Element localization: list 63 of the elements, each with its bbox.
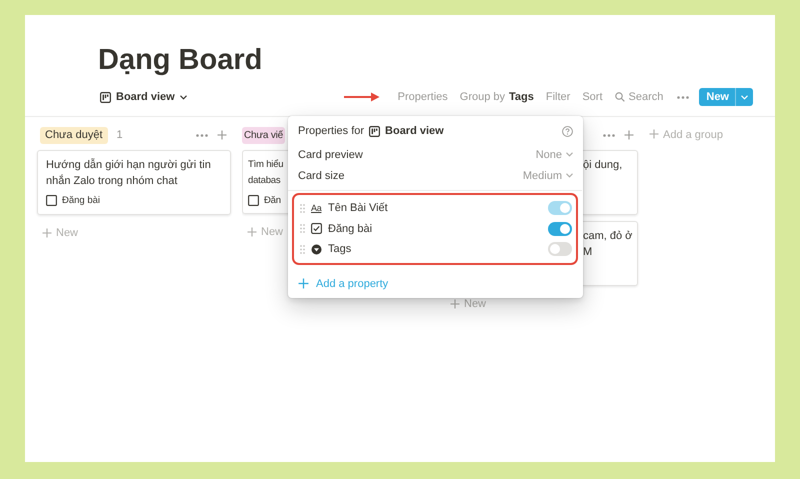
more-icon[interactable] — [603, 134, 615, 136]
chevron-icon — [566, 152, 573, 157]
setting-dropdown[interactable]: None — [536, 148, 573, 160]
card-title: databas — [248, 174, 282, 188]
board-card[interactable]: Hướng dẫn giới hạn người gửi tin nhắn Zalo trong nhóm chat Đăng bài — [37, 150, 231, 215]
more-icon[interactable] — [196, 134, 208, 136]
checkbox-icon — [311, 223, 322, 234]
search-button[interactable]: Search — [614, 91, 664, 103]
plus-icon — [298, 278, 309, 289]
property-label: Đăn — [264, 195, 281, 206]
chevron-icon — [180, 94, 187, 100]
new-button[interactable]: New — [699, 88, 753, 106]
toggle-switch[interactable] — [548, 242, 572, 256]
drag-handle-icon[interactable] — [300, 244, 305, 254]
popup-title: Properties for — [298, 125, 364, 137]
search-icon — [614, 92, 625, 102]
property-name: Tags — [328, 243, 352, 256]
more-icon[interactable] — [677, 96, 690, 98]
plus-icon — [450, 299, 460, 309]
card-title: nhắn Zalo trong nhóm chat — [46, 174, 178, 189]
drag-handle-icon[interactable] — [300, 204, 305, 213]
plus-icon — [42, 228, 52, 238]
chevron-icon — [741, 94, 748, 100]
toolbar-button[interactable]: Filter — [546, 91, 570, 103]
setting-label: Card size — [298, 170, 344, 182]
checkbox[interactable] — [46, 195, 57, 206]
view-switcher[interactable]: Board view — [100, 91, 187, 103]
toolbar-button[interactable]: Properties — [398, 91, 448, 103]
group-by-button[interactable]: Group by Tags — [460, 91, 534, 103]
view-name: Board view — [385, 125, 444, 137]
text-type-icon: Aa — [311, 203, 322, 214]
page-title: Dạng Board — [97, 43, 264, 78]
new-card-button[interactable]: New — [450, 298, 486, 310]
plus-icon — [624, 130, 634, 140]
board-icon — [369, 126, 380, 136]
drag-handle-icon[interactable] — [300, 224, 305, 234]
setting-dropdown[interactable]: Medium — [522, 170, 573, 182]
arrow-icon — [344, 92, 380, 102]
board-icon — [100, 92, 111, 102]
property-name: Tên Bài Viết — [328, 202, 388, 214]
help-icon[interactable] — [562, 126, 573, 136]
tag-icon — [311, 244, 322, 255]
card-title: Tìm hiểu — [248, 158, 284, 172]
add-property-button[interactable]: Add a property — [288, 276, 583, 292]
plus-icon — [217, 130, 227, 140]
property-label: Đăng bài — [62, 195, 100, 206]
status-tag: Chưa viế — [242, 126, 286, 144]
new-card-button[interactable]: New — [247, 226, 287, 238]
toggle-switch[interactable] — [548, 222, 572, 236]
new-card-button[interactable]: New — [42, 227, 78, 239]
add-group-button[interactable]: Add a group — [649, 126, 723, 143]
plus-icon — [649, 129, 659, 139]
setting-label: Card preview — [298, 148, 363, 160]
card-title: ội dung, — [583, 158, 624, 173]
card-count: 1 — [116, 129, 123, 141]
checkbox[interactable] — [248, 195, 259, 206]
property-name: Đăng bài — [328, 222, 372, 235]
status-tag: Chưa duyệt — [40, 126, 108, 144]
card-title: Hướng dẫn giới hạn người gửi tin — [46, 158, 212, 173]
toolbar-button[interactable]: Sort — [582, 91, 603, 103]
card-title: M — [583, 245, 594, 260]
plus-icon — [247, 227, 257, 237]
chevron-icon — [566, 173, 573, 178]
